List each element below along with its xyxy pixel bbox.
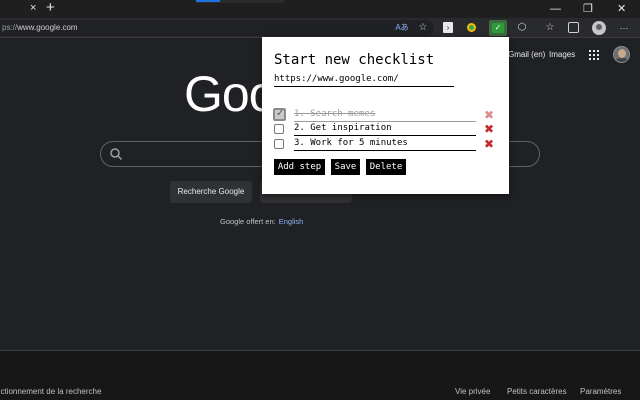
address-url[interactable]: ps://www.google.com xyxy=(2,22,78,34)
close-window-icon[interactable]: ✕ xyxy=(617,3,626,15)
collections-icon[interactable]: ☆ xyxy=(543,21,557,35)
delete-button[interactable]: Delete xyxy=(366,159,406,175)
step-checkbox[interactable] xyxy=(274,124,284,134)
privacy-link[interactable]: Vie privée xyxy=(455,387,490,396)
how-search-works-link[interactable]: nctionnement de la recherche xyxy=(0,387,101,396)
tab-highlight xyxy=(196,0,220,2)
new-tab-button[interactable]: + xyxy=(46,0,55,16)
save-button[interactable]: Save xyxy=(331,159,360,175)
checklist-url-input[interactable]: https://www.google.com/ xyxy=(274,73,454,87)
add-step-button[interactable]: Add step xyxy=(274,159,325,175)
delete-step-icon[interactable]: ✖ xyxy=(484,108,494,122)
search-icon xyxy=(110,148,123,161)
address-bar[interactable]: ps://www.google.com xyxy=(0,20,434,36)
menu-icon[interactable]: ··· xyxy=(617,21,631,35)
gmail-link[interactable]: Gmail (en) xyxy=(508,50,545,59)
extension-color-icon[interactable] xyxy=(467,23,476,32)
list-item: 1. Search memes ✖ xyxy=(273,108,494,122)
list-item: 2. Get inspiration ✖ xyxy=(274,122,494,136)
apps-grid-icon[interactable] xyxy=(589,50,599,60)
footer: nctionnement de la recherche Vie privée … xyxy=(0,350,640,400)
step-input[interactable]: 2. Get inspiration xyxy=(294,122,476,136)
favorites-icon[interactable]: ☆ xyxy=(416,21,430,35)
checklist-extension-icon[interactable]: ✓ xyxy=(489,20,507,36)
avatar[interactable] xyxy=(613,46,630,63)
checklist-popup: Start new checklist https://www.google.c… xyxy=(262,37,509,194)
extensions-icon[interactable]: ⬡ xyxy=(515,21,529,35)
extension-dark-icon[interactable]: › xyxy=(443,22,453,33)
google-search-button[interactable]: Recherche Google xyxy=(170,181,252,203)
language-link[interactable]: English xyxy=(279,217,304,226)
minimize-icon[interactable]: — xyxy=(550,3,561,15)
step-input[interactable]: 3. Work for 5 minutes xyxy=(294,137,476,151)
settings-link[interactable]: Paramètres xyxy=(580,387,621,396)
step-checkbox[interactable] xyxy=(274,139,284,149)
list-item: 3. Work for 5 minutes ✖ xyxy=(274,137,494,151)
delete-step-icon[interactable]: ✖ xyxy=(484,122,494,136)
step-input[interactable]: 1. Search memes xyxy=(294,108,476,122)
split-icon[interactable] xyxy=(568,22,579,33)
restore-icon[interactable]: ❐ xyxy=(583,3,593,15)
offered-in-text: Google offert en: English xyxy=(220,217,304,226)
profile-icon[interactable] xyxy=(592,21,606,35)
read-aloud-icon[interactable]: Aあ xyxy=(395,21,409,35)
tab-bar: × + — ❐ ✕ xyxy=(0,0,640,18)
terms-link[interactable]: Petits caractères xyxy=(507,387,567,396)
step-checkbox[interactable] xyxy=(273,108,286,121)
close-tab-icon[interactable]: × xyxy=(30,2,36,14)
browser-toolbar: ps://www.google.com Aあ ☆ › ✓ ⬡ ☆ ··· xyxy=(0,18,640,38)
images-link[interactable]: Images xyxy=(549,50,575,59)
popup-title: Start new checklist xyxy=(274,52,435,68)
delete-step-icon[interactable]: ✖ xyxy=(484,137,494,151)
